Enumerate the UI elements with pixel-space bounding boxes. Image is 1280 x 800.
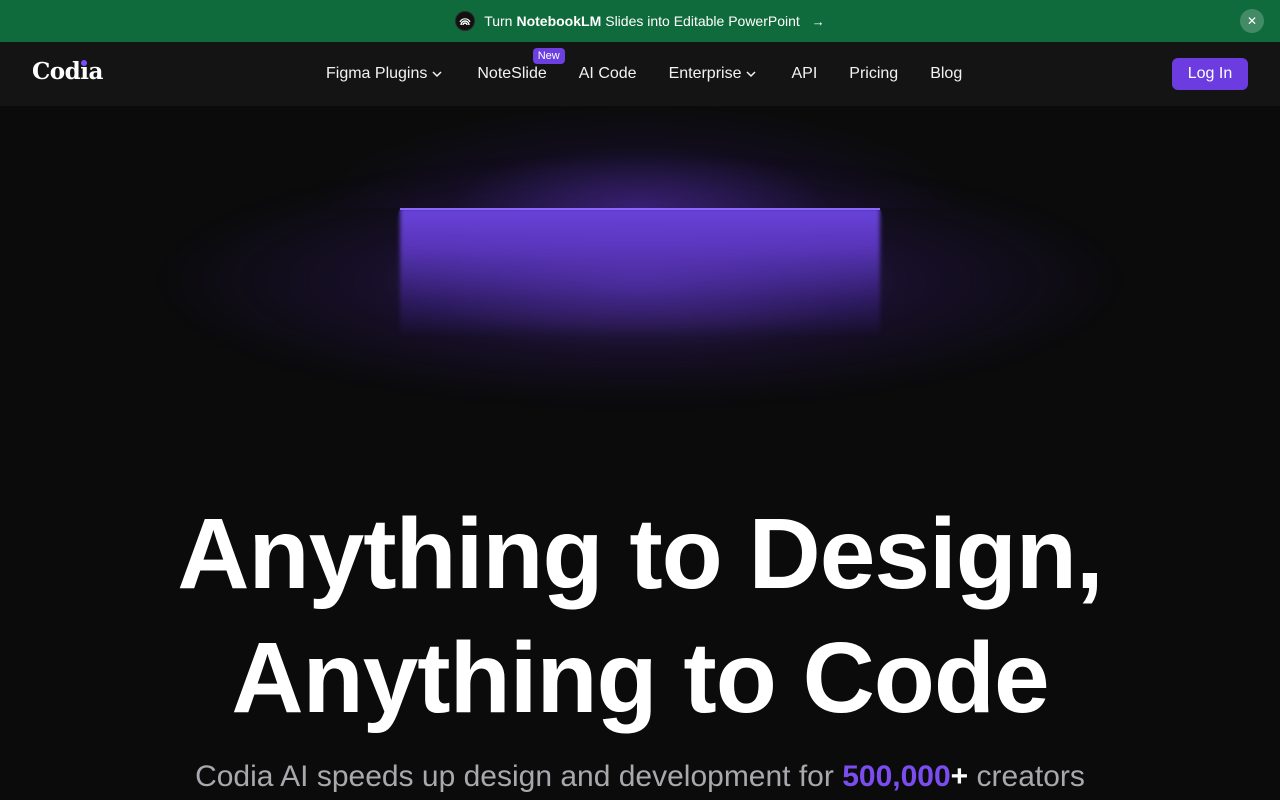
close-banner-button[interactable]: ✕	[1240, 9, 1264, 33]
nav-enterprise-label: Enterprise	[668, 65, 742, 82]
chevron-down-icon	[745, 68, 757, 80]
nav-ai-code-label: AI Code	[578, 65, 637, 82]
creator-count: 500,000	[842, 760, 951, 793]
new-badge: New	[532, 48, 565, 64]
logo-text-part1: Cod	[32, 58, 81, 85]
light-beam	[400, 208, 880, 338]
logo-text-part2-wrap: ia	[80, 58, 103, 85]
top-navbar: Cod ia Figma Plugins NoteSlide New AI Co…	[0, 42, 1280, 106]
nav-blog-label: Blog	[930, 65, 963, 82]
nav-noteslide[interactable]: NoteSlide New	[477, 48, 565, 83]
nav-figma-plugins-label: Figma Plugins	[326, 65, 428, 82]
glow-outer	[160, 146, 1120, 446]
nav-enterprise[interactable]: Enterprise	[669, 65, 758, 83]
hero-title-line1: Anything to Design,	[177, 498, 1103, 610]
announcement-banner[interactable]: Turn NotebookLM Slides into Editable Pow…	[0, 0, 1280, 42]
announcement-text[interactable]: Turn NotebookLM Slides into Editable Pow…	[484, 13, 800, 29]
nav-pricing[interactable]: Pricing	[849, 65, 898, 83]
nav-noteslide-label: NoteSlide	[477, 65, 547, 82]
nav-ai-code[interactable]: AI Code	[579, 65, 637, 83]
arrow-right-icon[interactable]: →	[812, 14, 825, 29]
announcement-highlight: NotebookLM	[516, 13, 602, 29]
glow-top	[320, 106, 960, 208]
nav-figma-plugins[interactable]: Figma Plugins	[326, 65, 443, 83]
nav-blog[interactable]: Blog	[930, 65, 962, 83]
light-edge	[400, 208, 880, 210]
nav-api-label: API	[791, 65, 818, 82]
hero-light-effect	[0, 106, 1280, 466]
chevron-down-icon	[431, 68, 443, 80]
hero-subtitle-prefix: Codia AI speeds up design and developmen…	[195, 760, 834, 793]
nav-links: Figma Plugins NoteSlide New AI Code Ente…	[326, 42, 962, 106]
nav-api[interactable]: API	[791, 65, 817, 83]
announcement-prefix: Turn	[484, 13, 513, 29]
nav-pricing-label: Pricing	[849, 65, 899, 82]
hero-title: Anything to Design, Anything to Code	[0, 492, 1280, 740]
hero-title-line2: Anything to Code	[231, 622, 1049, 734]
notebooklm-icon	[455, 11, 476, 31]
creator-count-plus: +	[950, 760, 969, 793]
hero-subtitle-suffix: creators	[976, 760, 1085, 793]
announcement-suffix: Slides into Editable PowerPoint	[605, 13, 800, 29]
codia-logo[interactable]: Cod ia	[32, 58, 103, 85]
close-icon: ✕	[1246, 14, 1258, 28]
hero-subtitle: Codia AI speeds up design and developmen…	[0, 760, 1280, 794]
login-button[interactable]: Log In	[1172, 58, 1248, 90]
